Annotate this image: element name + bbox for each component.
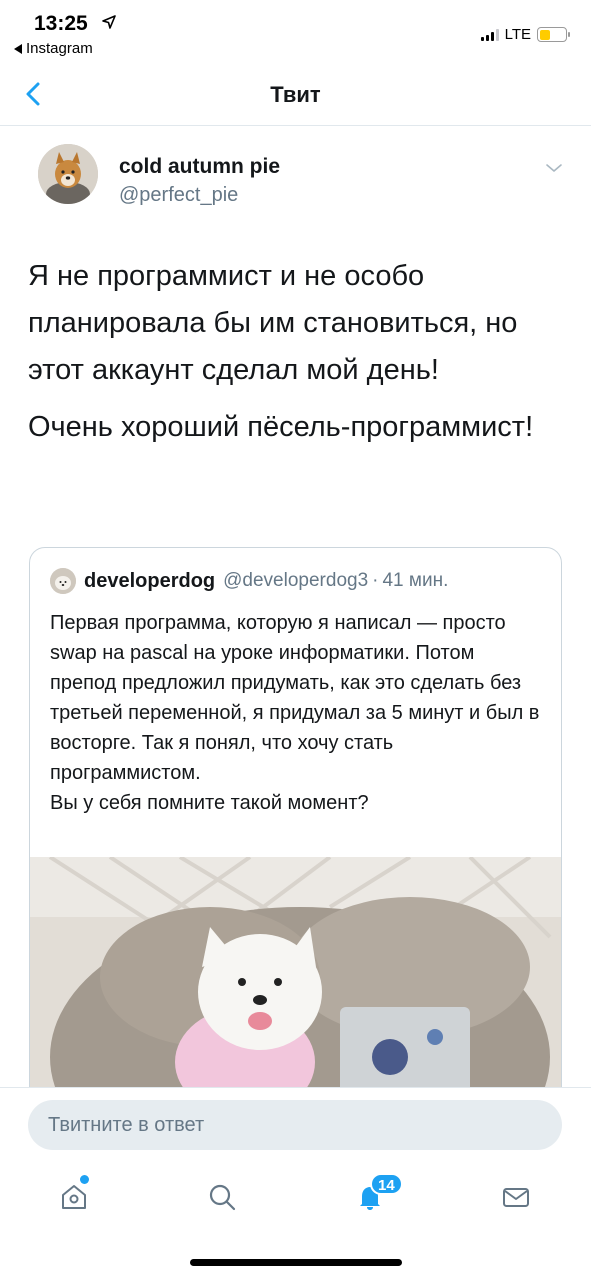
author-name[interactable]: cold autumn pie [119,155,280,179]
status-bar: 13:25 Instagram LTE [0,0,591,62]
home-indicator [190,1259,402,1266]
tweet-paragraph: Я не программист и не особо планировала … [28,260,518,386]
separator-dot: · [372,570,379,591]
reply-input[interactable] [28,1100,562,1150]
quoted-author-handle: @developerdog3 [223,570,369,591]
home-icon [62,1185,86,1209]
back-to-app[interactable]: Instagram [14,40,93,57]
signal-icon [480,28,499,41]
chevron-down-icon[interactable] [545,162,563,174]
quoted-tweet-header: developerdog @developerdog3 · 41 мин. [50,568,448,594]
quoted-timestamp: 41 мин. [382,570,449,591]
new-content-dot [80,1175,89,1184]
tab-search[interactable] [206,1181,246,1217]
quoted-author-name: developerdog [84,569,216,592]
reply-bar [0,1087,591,1163]
page-title: Твит [270,82,321,107]
status-indicators: LTE [480,26,570,43]
tweet-text: Я не программист и не особо планировала … [28,253,568,451]
back-app-label: Instagram [26,40,93,57]
quoted-tweet-text: Первая программа, которую я написал — пр… [50,608,546,818]
tab-home[interactable] [58,1175,98,1217]
notifications-badge: 14 [370,1173,403,1195]
author-handle[interactable]: @perfect_pie [119,184,238,207]
nav-bar: Твит [0,62,591,126]
quoted-avatar [50,568,76,594]
quoted-text-line: Первая программа, которую я написал — пр… [50,612,540,784]
tweet-paragraph: Очень хороший пёсель-программист! [28,411,534,443]
status-time: 13:25 [34,12,88,35]
quoted-tweet[interactable]: developerdog @developerdog3 · 41 мин. Пе… [29,547,562,1107]
tab-notifications[interactable]: 14 [354,1173,403,1217]
quoted-text-line: Вы у себя помните такой момент? [50,792,369,814]
back-triangle-icon [14,43,22,54]
tweet-header: cold autumn pie @perfect_pie [0,127,591,227]
network-label: LTE [504,26,531,43]
battery-icon [537,27,570,42]
messages-icon [503,1188,529,1207]
location-arrow-icon [102,15,116,29]
avatar[interactable] [38,144,98,204]
quoted-tweet-photo[interactable] [30,857,561,1106]
tab-bar: 14 [0,1163,591,1280]
tab-messages[interactable] [500,1181,540,1217]
search-icon [209,1184,236,1211]
